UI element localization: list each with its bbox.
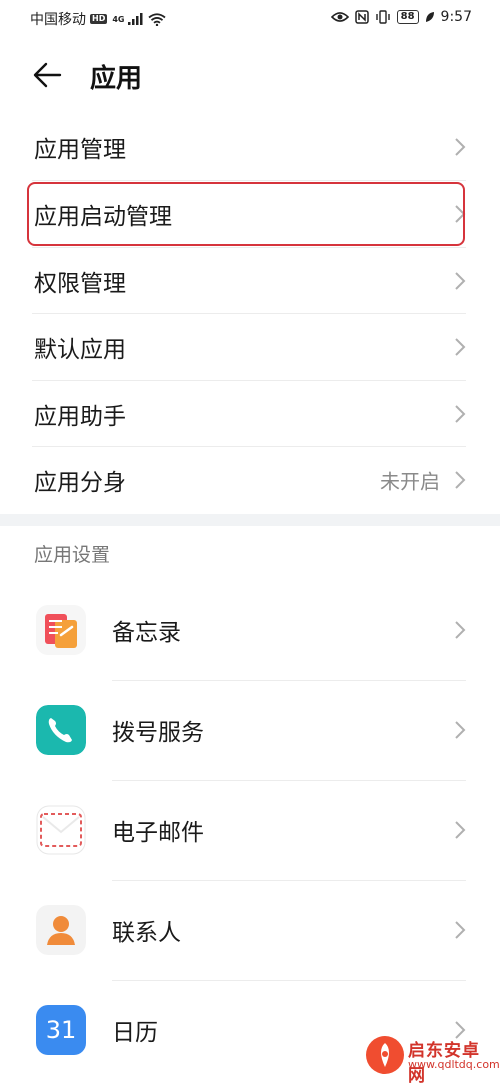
app-item-memo[interactable]: 备忘录 — [32, 580, 468, 680]
page-title: 应用 — [90, 64, 143, 94]
nfc-icon — [354, 10, 369, 24]
chevron-right-icon — [455, 721, 466, 739]
battery-level: 88 — [396, 10, 419, 24]
calendar-icon: 31 — [36, 1005, 86, 1055]
site-watermark: 启东安卓网 www.qdltdq.com — [366, 1034, 500, 1086]
menu-item-app-twin[interactable]: 应用分身 未开启 — [32, 447, 468, 513]
back-button[interactable] — [26, 56, 74, 96]
memo-icon — [36, 605, 86, 655]
status-bar: 中国移动 HD 4G 88 9:57 — [0, 0, 500, 36]
app-name: 联系人 — [112, 920, 181, 946]
chevron-right-icon — [455, 272, 466, 290]
app-name: 电子邮件 — [112, 820, 204, 846]
chevron-right-icon — [455, 821, 466, 839]
menu-item-permission-management[interactable]: 权限管理 — [32, 248, 468, 314]
network-type: 4G — [112, 14, 125, 24]
menu-item-label: 权限管理 — [34, 271, 126, 297]
signal-icon — [128, 13, 143, 25]
status-right: 88 9:57 — [330, 9, 472, 25]
app-item-contacts[interactable]: 联系人 — [32, 880, 468, 980]
section-separator — [0, 514, 500, 526]
vibrate-icon — [375, 10, 390, 24]
app-name: 备忘录 — [112, 620, 181, 646]
page-header: 应用 — [0, 44, 500, 108]
menu-item-default-apps[interactable]: 默认应用 — [32, 314, 468, 380]
menu-item-app-assistant[interactable]: 应用助手 — [32, 381, 468, 447]
menu-item-label: 默认应用 — [34, 337, 126, 363]
wifi-icon — [148, 12, 167, 26]
phone-icon — [36, 705, 86, 755]
menu-item-app-management[interactable]: 应用管理 — [32, 114, 468, 180]
contacts-icon — [36, 905, 86, 955]
app-item-phone[interactable]: 拨号服务 — [32, 680, 468, 780]
back-arrow-icon — [33, 62, 62, 88]
app-name: 日历 — [112, 1020, 158, 1046]
calendar-date: 31 — [45, 1016, 77, 1044]
clock: 9:57 — [440, 9, 472, 25]
chevron-right-icon — [455, 338, 466, 356]
eye-icon — [330, 12, 349, 22]
chevron-right-icon — [455, 405, 466, 423]
chevron-right-icon — [455, 921, 466, 939]
app-item-email[interactable]: 电子邮件 — [32, 780, 468, 880]
mail-icon — [36, 805, 86, 855]
chevron-right-icon — [455, 138, 466, 156]
watermark-logo — [366, 1036, 404, 1074]
chevron-right-icon — [455, 471, 466, 489]
app-name: 拨号服务 — [112, 720, 204, 746]
app-twin-status: 未开启 — [380, 469, 440, 494]
carrier-name: 中国移动 — [30, 12, 86, 28]
chevron-right-icon — [455, 621, 466, 639]
highlight-box — [27, 182, 465, 246]
watermark-url: www.qdltdq.com — [408, 1058, 500, 1071]
menu-item-label: 应用管理 — [34, 137, 126, 163]
menu-item-label: 应用助手 — [34, 404, 126, 430]
hd-badge: HD — [90, 14, 108, 24]
section-title-app-settings: 应用设置 — [34, 544, 111, 566]
leaf-icon — [425, 12, 434, 22]
menu-item-label: 应用分身 — [34, 470, 126, 496]
status-left: 中国移动 HD 4G — [30, 9, 167, 29]
